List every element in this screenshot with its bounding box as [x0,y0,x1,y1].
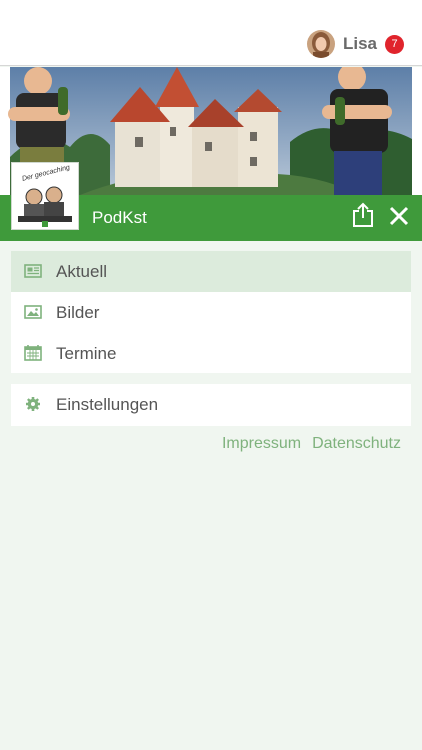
settings-card: Einstellungen [11,384,411,426]
gear-icon [24,396,42,412]
calendar-icon [24,345,42,361]
user-profile[interactable]: Lisa 7 [306,28,404,60]
app-title: PodKst [92,208,147,227]
menu-item-aktuell[interactable]: Aktuell [11,251,411,292]
image-icon [24,304,42,320]
menu-item-label: Einstellungen [56,395,159,414]
menu-item-label: Aktuell [56,262,108,281]
notification-badge[interactable]: 7 [385,34,404,54]
menu-item-label: Bilder [56,303,100,322]
impressum-link[interactable]: Impressum [222,435,301,453]
avatar[interactable] [306,30,335,58]
menu-item-einstellungen[interactable]: Einstellungen [11,384,411,425]
menu-item-label: Termine [56,344,117,363]
menu-item-termine[interactable]: Termine [11,333,411,374]
navigation-menu: Aktuell Bilder Termine [11,251,411,373]
user-name[interactable]: Lisa [343,34,377,54]
top-bar: Lisa 7 [0,0,422,66]
share-icon[interactable] [352,202,374,228]
datenschutz-link[interactable]: Datenschutz [312,435,401,453]
podcast-logo: Der geocaching [11,162,79,230]
menu-item-bilder[interactable]: Bilder [11,292,411,333]
newspaper-icon [24,263,42,279]
close-icon[interactable] [388,205,410,227]
footer-links: Impressum Datenschutz [222,435,401,453]
